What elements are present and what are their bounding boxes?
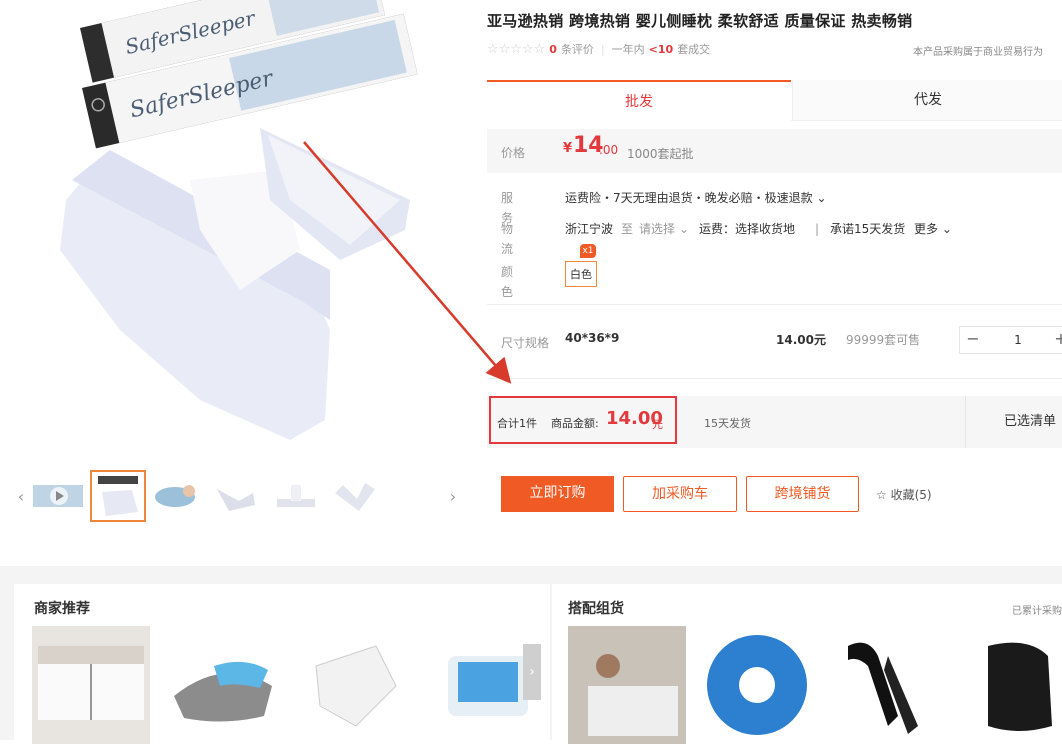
year-label: 一年内 bbox=[611, 43, 645, 56]
purchase-tabs: 批发 代发 bbox=[487, 80, 1062, 122]
divider bbox=[487, 378, 1062, 379]
bundle-title: 搭配组货 bbox=[568, 601, 624, 617]
quantity-stepper: − 1 + bbox=[959, 326, 1062, 354]
qty-plus-button[interactable]: + bbox=[1048, 327, 1062, 353]
recommend-next-button[interactable]: › bbox=[523, 644, 541, 700]
thumb-next-button[interactable]: › bbox=[446, 476, 460, 518]
price-box: 价格 ¥ 14 .00 1000套起批 bbox=[487, 129, 1062, 173]
cross-border-button[interactable]: 跨境铺货 bbox=[746, 476, 859, 512]
accumulated-purchase: 已累计采购 bbox=[1012, 606, 1062, 617]
bundle-card[interactable] bbox=[568, 626, 686, 744]
main-product-image: SaferSleeper SaferSleeper bbox=[0, 0, 470, 460]
thumbnail-selected[interactable] bbox=[90, 470, 146, 522]
logistics-label: 物流 bbox=[501, 222, 514, 256]
price-decimal: .00 bbox=[599, 143, 619, 157]
spec-price: 14.00元 bbox=[776, 333, 826, 347]
merchant-recommend-panel: 商家推荐 G G › bbox=[14, 584, 550, 744]
price-label: 价格 bbox=[501, 146, 526, 160]
thumbnail[interactable] bbox=[30, 470, 86, 522]
qty-minus-button[interactable]: − bbox=[960, 327, 986, 353]
thumbnail[interactable] bbox=[148, 470, 204, 522]
color-label: 颜色 bbox=[501, 265, 514, 299]
thumbnail[interactable] bbox=[208, 470, 264, 522]
spec-row: 尺寸规格 40*36*9 14.00元 99999套可售 − 1 + bbox=[487, 320, 1062, 360]
recommend-card[interactable] bbox=[32, 626, 150, 744]
tab-wholesale[interactable]: 批发 bbox=[487, 80, 791, 122]
trade-note: 本产品采购属于商业贸易行为 bbox=[913, 47, 1043, 58]
rating-row: ☆☆☆☆☆ 0 条评价 | 一年内 <10 套成交 bbox=[487, 41, 711, 57]
tab-dropship[interactable]: 代发 bbox=[792, 80, 1062, 120]
logistics-to: 至 bbox=[621, 222, 634, 236]
review-suffix: 条评价 bbox=[560, 43, 594, 56]
add-cart-button[interactable]: 加采购车 bbox=[623, 476, 737, 512]
thumbnail[interactable] bbox=[268, 470, 324, 522]
spec-stock: 99999套可售 bbox=[846, 333, 921, 347]
review-count[interactable]: 0 bbox=[549, 43, 557, 56]
recommend-card[interactable] bbox=[296, 626, 414, 744]
thumbnail[interactable] bbox=[328, 470, 384, 522]
bundle-card[interactable] bbox=[698, 626, 816, 744]
divider bbox=[487, 304, 1062, 305]
color-qty-badge: x1 bbox=[580, 244, 596, 258]
price-currency: ¥ bbox=[563, 141, 573, 156]
thumb-prev-button[interactable]: ‹ bbox=[14, 476, 28, 518]
more-button[interactable]: 更多 ⌄ bbox=[914, 219, 952, 239]
bundle-panel: 搭配组货 已累计采购 bbox=[552, 584, 1062, 744]
recommend-card[interactable] bbox=[164, 626, 282, 744]
freight-info: 运费：选择收货地 bbox=[699, 222, 796, 236]
year-suffix: 套成交 bbox=[677, 43, 711, 56]
destination-select[interactable]: 请选择 bbox=[639, 219, 675, 239]
bundle-card[interactable] bbox=[828, 626, 946, 744]
amount-label: 商品金额: bbox=[551, 417, 599, 430]
bundle-card[interactable] bbox=[958, 626, 1062, 744]
spec-label: 尺寸规格 bbox=[501, 336, 550, 350]
qty-input[interactable]: 1 bbox=[988, 327, 1048, 353]
selected-list-button[interactable]: 已选清单 bbox=[965, 396, 1062, 448]
logistics-origin: 浙江宁波 bbox=[565, 222, 614, 236]
amount-unit: 元 bbox=[652, 418, 663, 431]
order-summary: 合计1件 商品金额: 14.00 元 15天发货 已选清单 bbox=[487, 396, 1062, 448]
merchant-recommend-title: 商家推荐 bbox=[34, 601, 90, 617]
chevron-down-icon[interactable]: ⌄ bbox=[679, 219, 689, 239]
service-value[interactable]: 运费险・7天无理由退货・晚发必赔・极速退款 ⌄ bbox=[565, 188, 827, 208]
product-title: 亚马逊热销 跨境热销 婴儿侧睡枕 柔软舒适 质量保证 热卖畅销 bbox=[487, 12, 913, 30]
color-option-white[interactable]: 白色 bbox=[565, 261, 597, 287]
order-now-button[interactable]: 立即订购 bbox=[501, 476, 614, 512]
year-value: <10 bbox=[648, 42, 674, 56]
min-order-qty: 1000套起批 bbox=[627, 147, 694, 161]
favorite-button[interactable]: ☆ 收藏(5) bbox=[876, 486, 932, 503]
spec-size: 40*36*9 bbox=[565, 331, 620, 345]
delivery-promise: 承诺15天发货 bbox=[830, 222, 906, 236]
delivery-time: 15天发货 bbox=[704, 417, 751, 430]
rating-stars-icon: ☆☆☆☆☆ bbox=[487, 41, 546, 57]
total-items: 合计1件 bbox=[497, 417, 537, 430]
recommendation-band: 商家推荐 G G › 搭配组货 已累计采购 bbox=[0, 566, 1062, 744]
thumbnail-strip: ‹ › bbox=[14, 470, 464, 526]
